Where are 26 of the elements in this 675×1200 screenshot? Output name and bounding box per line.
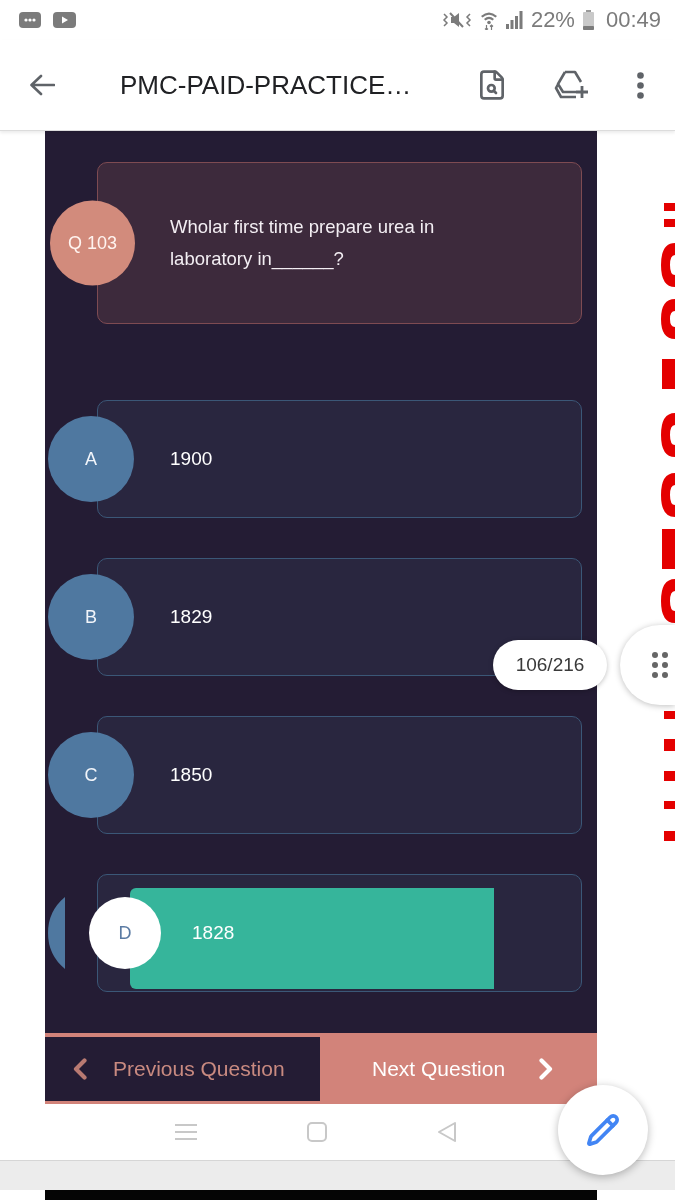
drag-dots-icon (652, 652, 668, 678)
circle-segment-drawing (48, 897, 65, 969)
chevron-left-icon (73, 1058, 87, 1080)
chevron-right-icon (539, 1058, 554, 1080)
page-grid-button[interactable] (620, 625, 675, 705)
answer-option[interactable]: 1850 (97, 716, 582, 834)
signal-icon (505, 11, 523, 29)
option-letter-badge: B (48, 574, 134, 660)
clock-time: 00:49 (605, 9, 661, 31)
message-dots-icon (19, 12, 41, 28)
battery-icon (582, 10, 594, 30)
pencil-icon (586, 1113, 620, 1147)
previous-question-button[interactable]: Previous Question (45, 1037, 320, 1101)
page-counter: 106/216 (493, 640, 607, 690)
option-letter-badge: A (48, 416, 134, 502)
play-icon (53, 12, 76, 28)
back-arrow-icon (29, 74, 55, 96)
more-vertical-icon (636, 71, 644, 99)
mute-icon (441, 11, 472, 29)
document-title: PMC-PAID-PRACTICE… (120, 69, 413, 101)
triangle-plus-icon (554, 70, 590, 100)
question-text: Wholar first time prepare urea in laboratory in______? (170, 215, 436, 272)
wifi-icon (479, 10, 498, 30)
answer-option[interactable]: 1900 (97, 400, 582, 518)
option-letter-badge: C (48, 732, 134, 818)
battery-percentage: 22% (530, 9, 575, 31)
